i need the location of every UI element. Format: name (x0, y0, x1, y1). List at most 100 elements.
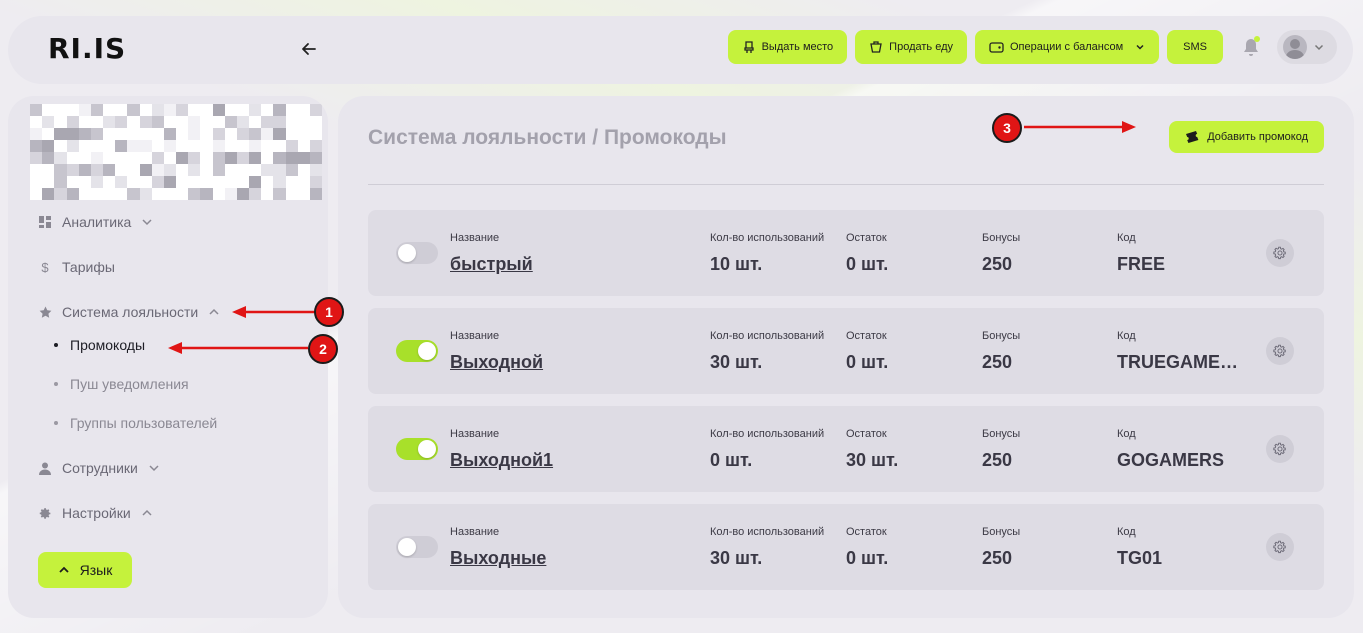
column-label: Бонусы (982, 428, 1021, 440)
promo-value: 0 шт. (710, 450, 753, 470)
promo-value: TG01 (1117, 548, 1163, 568)
chevron-up-icon (59, 566, 69, 573)
column-label: Код (1117, 428, 1136, 440)
promo-value: 250 (982, 548, 1013, 568)
add-promocode-button[interactable]: Добавить промокод (1169, 121, 1324, 153)
sidebar-subitem-push[interactable]: Пуш уведомления (54, 376, 189, 392)
sms-button[interactable]: SMS (1167, 30, 1223, 64)
promo-col-code: Код TG01 (1117, 526, 1162, 569)
promo-col-bonuses: Бонусы 250 (982, 330, 1020, 373)
promo-col-code: Код TRUEGAMER… (1117, 330, 1247, 373)
promo-col-bonuses: Бонусы 250 (982, 526, 1020, 569)
promo-value: FREE (1117, 254, 1166, 274)
promo-value: 30 шт. (710, 548, 763, 568)
dollar-icon: $ (41, 259, 49, 275)
promo-name-link[interactable]: Выходные (450, 548, 546, 569)
promo-col-remaining: Остаток 30 шт. (846, 428, 898, 471)
column-label: Название (450, 232, 500, 244)
promo-col-uses: Кол-во использований 30 шт. (710, 330, 824, 373)
promo-value: 250 (982, 254, 1013, 274)
top-bar: RI.IS Выдать место Продать еду Операции … (8, 16, 1353, 84)
annotation-badge-2: 2 (308, 334, 338, 364)
promo-value: 250 (982, 450, 1013, 470)
annotation-badge-1: 1 (314, 297, 344, 327)
sidebar-item-staff[interactable]: Сотрудники (38, 460, 160, 476)
promo-col-uses: Кол-во использований 10 шт. (710, 232, 824, 275)
notifications-button[interactable] (1237, 30, 1265, 64)
gear-icon (1273, 344, 1286, 358)
chevron-up-icon (142, 509, 152, 516)
main-panel: Система лояльности / Промокоды Добавить … (338, 96, 1354, 618)
promo-col-remaining: Остаток 0 шт. (846, 232, 888, 275)
promo-name-link[interactable]: Выходной1 (450, 450, 553, 471)
column-label: Код (1117, 330, 1136, 342)
promo-value: GOGAMERS (1117, 450, 1225, 470)
promo-toggle[interactable] (396, 438, 438, 460)
promo-col-bonuses: Бонусы 250 (982, 232, 1020, 275)
promo-col-name: Название Выходной (450, 330, 543, 373)
promo-name-link[interactable]: быстрый (450, 254, 533, 275)
annotation-badge-3: 3 (992, 113, 1022, 143)
logo[interactable]: RI.IS (48, 31, 127, 65)
avatar (1283, 35, 1307, 59)
gear-icon (39, 507, 50, 519)
promo-card: Название быстрый Кол-во использований 10 шт… (368, 210, 1324, 296)
chevron-down-icon (149, 465, 159, 472)
gear-icon (1273, 246, 1286, 260)
sidebar-item-analytics[interactable]: Аналитика (38, 214, 153, 230)
promo-toggle[interactable] (396, 242, 438, 264)
sidebar-item-settings[interactable]: Настройки (38, 505, 153, 521)
promo-toggle[interactable] (396, 340, 438, 362)
promo-col-uses: Кол-во использований 0 шт. (710, 428, 824, 471)
sidebar-subitem-user-groups[interactable]: Группы пользователей (54, 415, 217, 431)
arrow-left-icon (302, 43, 316, 55)
chevron-down-icon (1314, 44, 1324, 51)
user-icon (39, 462, 51, 475)
sell-food-button[interactable]: Продать еду (855, 30, 967, 64)
column-label: Название (450, 428, 500, 440)
promo-col-remaining: Остаток 0 шт. (846, 330, 888, 373)
promo-settings-button[interactable] (1266, 435, 1294, 463)
sidebar-item-loyalty[interactable]: Система лояльности (38, 304, 220, 320)
promo-card: Название Выходной Кол-во использований 30 ш… (368, 308, 1324, 394)
give-seat-button[interactable]: Выдать место (727, 30, 848, 64)
column-label: Бонусы (982, 232, 1021, 244)
column-label: Остаток (846, 330, 887, 342)
back-button[interactable] (298, 38, 320, 60)
divider (368, 184, 1324, 185)
promo-col-code: Код FREE (1117, 232, 1165, 275)
promo-settings-button[interactable] (1266, 533, 1294, 561)
chevron-up-icon (209, 308, 219, 315)
star-icon (39, 306, 51, 318)
sidebar-item-tariffs[interactable]: $ Тарифы (38, 259, 115, 275)
page-title: Система лояльности / Промокоды (368, 126, 727, 149)
promo-value: 0 шт. (846, 548, 889, 568)
logo-text: RI.IS (48, 31, 127, 65)
promo-col-name: Название Выходной1 (450, 428, 553, 471)
promo-col-code: Код GOGAMERS (1117, 428, 1224, 471)
promo-value: TRUEGAMER… (1117, 352, 1247, 372)
column-label: Остаток (846, 232, 887, 244)
wallet-icon (989, 42, 1004, 53)
column-label: Остаток (846, 526, 887, 538)
sidebar: Аналитика $ Тарифы Система лояльности Пр… (8, 96, 328, 618)
promo-card: Название Выходные Кол-во использований 30 ш… (368, 504, 1324, 590)
notification-dot (1254, 36, 1260, 42)
food-icon (870, 41, 882, 53)
promo-name-link[interactable]: Выходной (450, 352, 543, 373)
column-label: Код (1117, 232, 1136, 244)
promo-value: 30 шт. (846, 450, 899, 470)
sidebar-subitem-promocodes[interactable]: Промокоды (54, 337, 145, 353)
seat-icon (743, 41, 754, 53)
column-label: Название (450, 526, 500, 538)
language-button[interactable]: Язык (38, 552, 132, 588)
chevron-down-icon (142, 219, 152, 226)
promo-toggle[interactable] (396, 536, 438, 558)
profile-menu[interactable] (1277, 30, 1337, 64)
balance-operations-button[interactable]: Операции с балансом (975, 30, 1160, 64)
column-label: Бонусы (982, 330, 1021, 342)
promo-col-bonuses: Бонусы 250 (982, 428, 1020, 471)
promo-settings-button[interactable] (1266, 239, 1294, 267)
promo-col-uses: Кол-во использований 30 шт. (710, 526, 824, 569)
promo-settings-button[interactable] (1266, 337, 1294, 365)
